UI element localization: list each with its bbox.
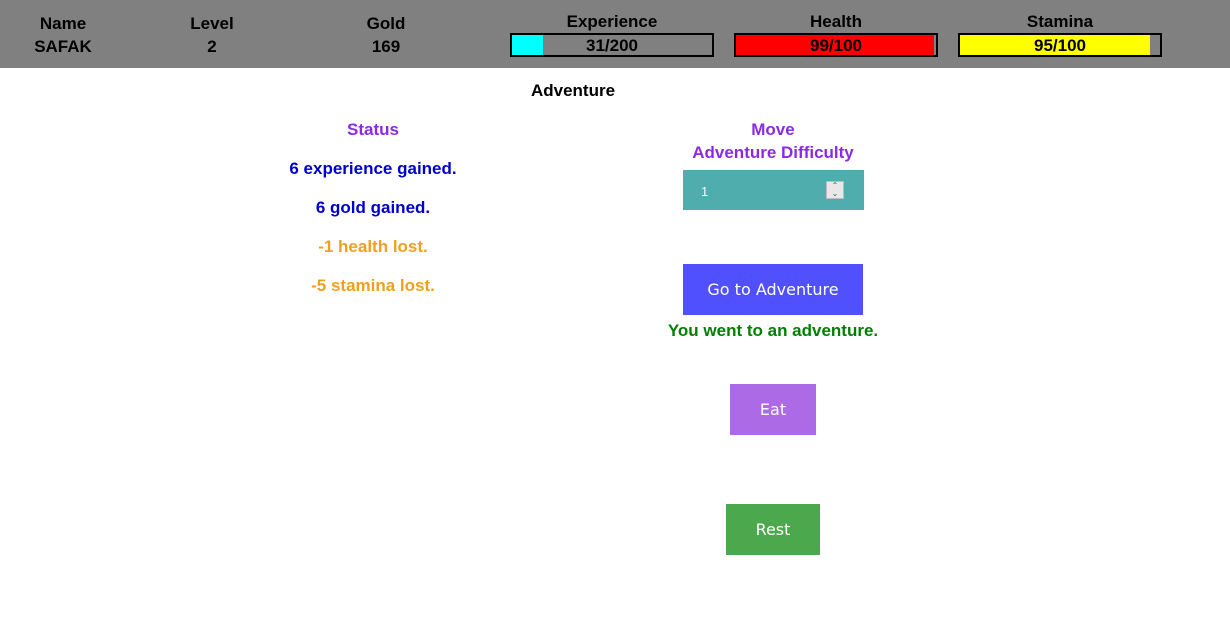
name-stat: Name SAFAK — [13, 0, 113, 68]
status-line: 6 experience gained. — [289, 159, 457, 178]
move-heading: Move — [751, 120, 795, 139]
status-line: -5 stamina lost. — [311, 276, 435, 295]
stats-bar: Name SAFAK Level 2 Gold 169 Experience 3… — [0, 0, 1230, 68]
stamina-bar: 95/100 — [958, 33, 1162, 57]
chevron-down-icon[interactable]: ⌄ — [827, 190, 843, 198]
status-line: 6 gold gained. — [315, 198, 431, 217]
level-stat: Level 2 — [162, 0, 262, 68]
page-title: Adventure — [530, 81, 616, 100]
difficulty-stepper[interactable]: ⌃ ⌄ — [826, 181, 844, 199]
go-to-adventure-button[interactable]: Go to Adventure — [683, 264, 863, 315]
adventure-message: You went to an adventure. — [667, 321, 879, 340]
status-heading: Status — [347, 120, 399, 139]
stamina-value: 95/100 — [1034, 36, 1086, 55]
experience-label: Experience — [566, 12, 658, 31]
stamina-stat: Stamina 95/100 — [958, 0, 1162, 68]
experience-value: 31/200 — [586, 36, 638, 55]
gold-label: Gold — [366, 14, 406, 33]
gold-value: 169 — [371, 37, 401, 56]
eat-button[interactable]: Eat — [730, 384, 816, 435]
name-value: SAFAK — [34, 37, 92, 56]
experience-stat: Experience 31/200 — [510, 0, 714, 68]
rest-button[interactable]: Rest — [726, 504, 820, 555]
health-bar: 99/100 — [734, 33, 938, 57]
level-value: 2 — [207, 37, 217, 56]
stamina-label: Stamina — [1026, 12, 1094, 31]
gold-stat: Gold 169 — [336, 0, 436, 68]
status-line: -1 health lost. — [318, 237, 428, 256]
difficulty-input[interactable] — [699, 180, 833, 202]
health-stat: Health 99/100 — [734, 0, 938, 68]
experience-bar: 31/200 — [510, 33, 714, 57]
level-label: Level — [190, 14, 234, 33]
health-label: Health — [810, 12, 862, 31]
difficulty-label: Adventure Difficulty — [692, 143, 854, 162]
name-label: Name — [39, 14, 87, 33]
health-value: 99/100 — [810, 36, 862, 55]
